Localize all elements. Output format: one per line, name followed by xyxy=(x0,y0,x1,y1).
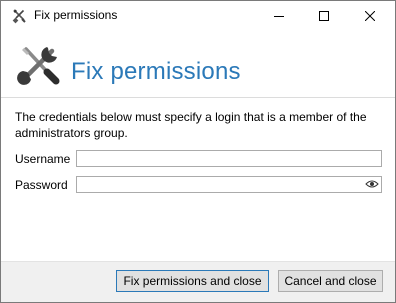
tools-icon xyxy=(17,47,60,85)
page-title: Fix permissions xyxy=(71,58,241,85)
window-title: Fix permissions xyxy=(34,8,118,22)
eye-icon[interactable] xyxy=(365,179,379,189)
dialog-body: The credentials below must specify a log… xyxy=(1,98,395,261)
close-button[interactable] xyxy=(347,1,393,31)
dialog-header: Fix permissions xyxy=(1,31,395,97)
maximize-icon xyxy=(319,11,329,21)
close-icon xyxy=(365,11,375,21)
dialog-footer: Fix permissions and close Cancel and clo… xyxy=(1,261,395,302)
password-input[interactable] xyxy=(76,176,382,193)
minimize-button[interactable] xyxy=(256,1,302,31)
minimize-icon xyxy=(274,16,284,17)
fix-permissions-button[interactable]: Fix permissions and close xyxy=(116,270,269,292)
instructions-text: The credentials below must specify a log… xyxy=(15,110,367,140)
title-bar[interactable]: Fix permissions xyxy=(1,1,395,31)
username-input[interactable] xyxy=(76,150,382,167)
tools-icon xyxy=(12,9,26,24)
fix-permissions-dialog: Fix permissions Fix permissions The cred… xyxy=(0,0,396,303)
username-label: Username xyxy=(15,152,71,166)
cancel-button[interactable]: Cancel and close xyxy=(278,270,383,292)
maximize-button[interactable] xyxy=(301,1,347,31)
password-label: Password xyxy=(15,178,68,192)
